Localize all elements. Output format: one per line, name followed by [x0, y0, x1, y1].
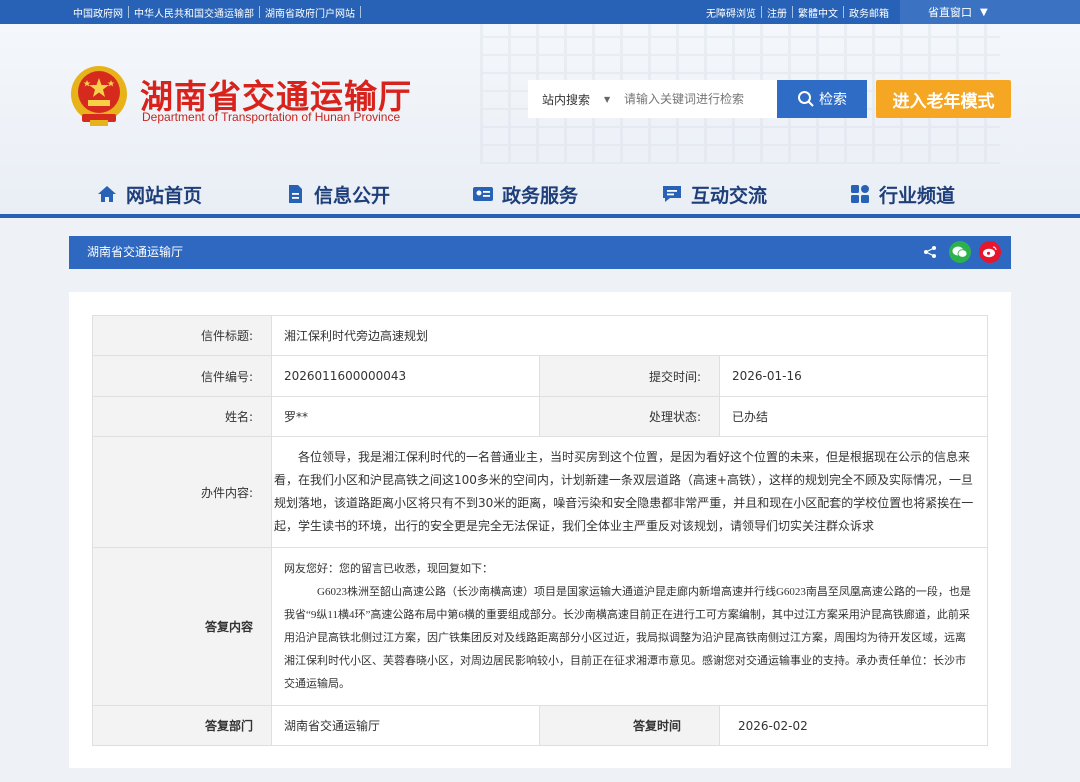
content-label: 办件内容:	[92, 436, 272, 548]
name-value: 罗**	[271, 396, 540, 437]
status-value: 已办结	[719, 396, 988, 437]
province-window-dropdown[interactable]: 省直窗口 ▼	[900, 0, 1080, 24]
nav-gov-service[interactable]: 政务服务	[472, 174, 578, 214]
letter-number-label: 信件编号:	[92, 355, 272, 397]
table-row: 信件标题: 湘江保利时代旁边高速规划	[92, 315, 988, 356]
traditional-chinese-link[interactable]: 繁體中文	[793, 5, 843, 20]
top-links: 中国政府网 中华人民共和国交通运输部 湖南省政府门户网站	[68, 0, 361, 24]
table-row: 办件内容: 各位领导，我是湘江保利时代的一名普通业主，当时买房到这个位置，是因为…	[92, 436, 988, 548]
letter-title-label: 信件标题:	[92, 315, 272, 356]
share-icon[interactable]	[919, 241, 941, 263]
nav-interaction[interactable]: 互动交流	[661, 174, 767, 214]
link-hunan-gov[interactable]: 湖南省政府门户网站	[260, 5, 360, 20]
reply-dept-value: 湖南省交通运输厅	[271, 705, 540, 746]
search-box: 站内搜索 ▼	[528, 80, 778, 118]
nav-gov-service-label: 政务服务	[502, 184, 579, 207]
search-button-label: 检索	[819, 92, 847, 108]
status-label: 处理状态:	[539, 396, 720, 437]
wechat-icon[interactable]	[949, 241, 971, 263]
letter-title-value: 湘江保利时代旁边高速规划	[271, 315, 988, 356]
share-group	[911, 241, 1001, 263]
divider	[360, 6, 361, 18]
table-row: 答复内容 网友您好：您的留言已收悉，现回复如下： G6023株洲至韶山高速公路（…	[92, 547, 988, 706]
document-icon	[284, 183, 306, 205]
accessibility-link[interactable]: 无障碍浏览	[701, 5, 761, 20]
chat-icon	[661, 183, 683, 205]
reply-dept-label: 答复部门	[92, 705, 272, 746]
table-row: 答复部门 湖南省交通运输厅 答复时间 2026-02-02	[92, 705, 988, 746]
grid-icon	[849, 183, 871, 205]
content-text: 各位领导，我是湘江保利时代的一名普通业主，当时买房到这个位置，是因为看好这个位置…	[274, 450, 974, 533]
letter-number-value: 2026011600000043	[271, 355, 540, 397]
reply-time-value: 2026-02-02	[719, 705, 988, 746]
gov-mail-link[interactable]: 政务邮箱	[844, 5, 894, 20]
table-row: 姓名: 罗** 处理状态: 已办结	[92, 396, 988, 437]
weibo-icon[interactable]	[979, 241, 1001, 263]
link-gov-cn[interactable]: 中国政府网	[68, 5, 128, 20]
nav-industry-label: 行业频道	[879, 184, 956, 207]
top-bar: 中国政府网 中华人民共和国交通运输部 湖南省政府门户网站 无障碍浏览 注册 繁體…	[0, 0, 1080, 24]
reply-cell: 网友您好：您的留言已收悉，现回复如下： G6023株洲至韶山高速公路（长沙南横高…	[271, 547, 988, 706]
id-card-icon	[472, 183, 494, 205]
search-button[interactable]: 检索	[777, 80, 867, 118]
name-label: 姓名:	[92, 396, 272, 437]
nav-info-disclosure[interactable]: 信息公开	[284, 174, 390, 214]
search-scope-label: 站内搜索	[542, 92, 591, 107]
nav-home[interactable]: 网站首页	[96, 174, 202, 214]
caret-down-icon: ▼	[604, 94, 611, 104]
reply-label: 答复内容	[92, 547, 272, 706]
site-header: 湖南省交通运输厅 Department of Transportation of…	[0, 24, 1080, 218]
nav-home-label: 网站首页	[126, 184, 203, 207]
search-input[interactable]	[624, 84, 774, 114]
reply-text: G6023株洲至韶山高速公路（长沙南横高速）项目是国家运输大通道沪昆走廊内新增高…	[284, 585, 971, 690]
nav-info-label: 信息公开	[314, 184, 391, 207]
national-emblem-icon	[71, 66, 127, 126]
submit-time-value: 2026-01-16	[719, 355, 988, 397]
breadcrumb: 湖南省交通运输厅	[69, 236, 1011, 269]
reply-greeting: 网友您好：您的留言已收悉，现回复如下：	[284, 562, 493, 575]
link-mot[interactable]: 中华人民共和国交通运输部	[129, 5, 259, 20]
nav-industry[interactable]: 行业频道	[849, 174, 955, 214]
home-icon	[96, 183, 118, 205]
letter-table: 信件标题: 湘江保利时代旁边高速规划 信件编号: 202601160000004…	[92, 315, 988, 746]
search-icon	[798, 91, 814, 107]
reply-time-label: 答复时间	[539, 705, 720, 746]
search-scope-dropdown[interactable]: 站内搜索 ▼	[528, 80, 624, 118]
province-window-label: 省直窗口	[928, 6, 972, 19]
breadcrumb-link[interactable]: 湖南省交通运输厅	[87, 236, 183, 269]
main-nav: 网站首页 信息公开 政务服务 互动交流 行业频道	[0, 174, 1080, 214]
nav-divider	[0, 214, 1080, 218]
content-cell: 各位领导，我是湘江保利时代的一名普通业主，当时买房到这个位置，是因为看好这个位置…	[271, 436, 988, 548]
top-right-links: 无障碍浏览 注册 繁體中文 政务邮箱 省直窗口 ▼	[701, 0, 1080, 24]
table-row: 信件编号: 2026011600000043 提交时间: 2026-01-16	[92, 355, 988, 397]
caret-down-icon: ▼	[980, 6, 988, 18]
submit-time-label: 提交时间:	[539, 355, 720, 397]
nav-interaction-label: 互动交流	[691, 184, 768, 207]
site-subtitle: Department of Transportation of Hunan Pr…	[142, 110, 401, 124]
register-link[interactable]: 注册	[762, 5, 792, 20]
elder-mode-button[interactable]: 进入老年模式	[876, 80, 1011, 118]
